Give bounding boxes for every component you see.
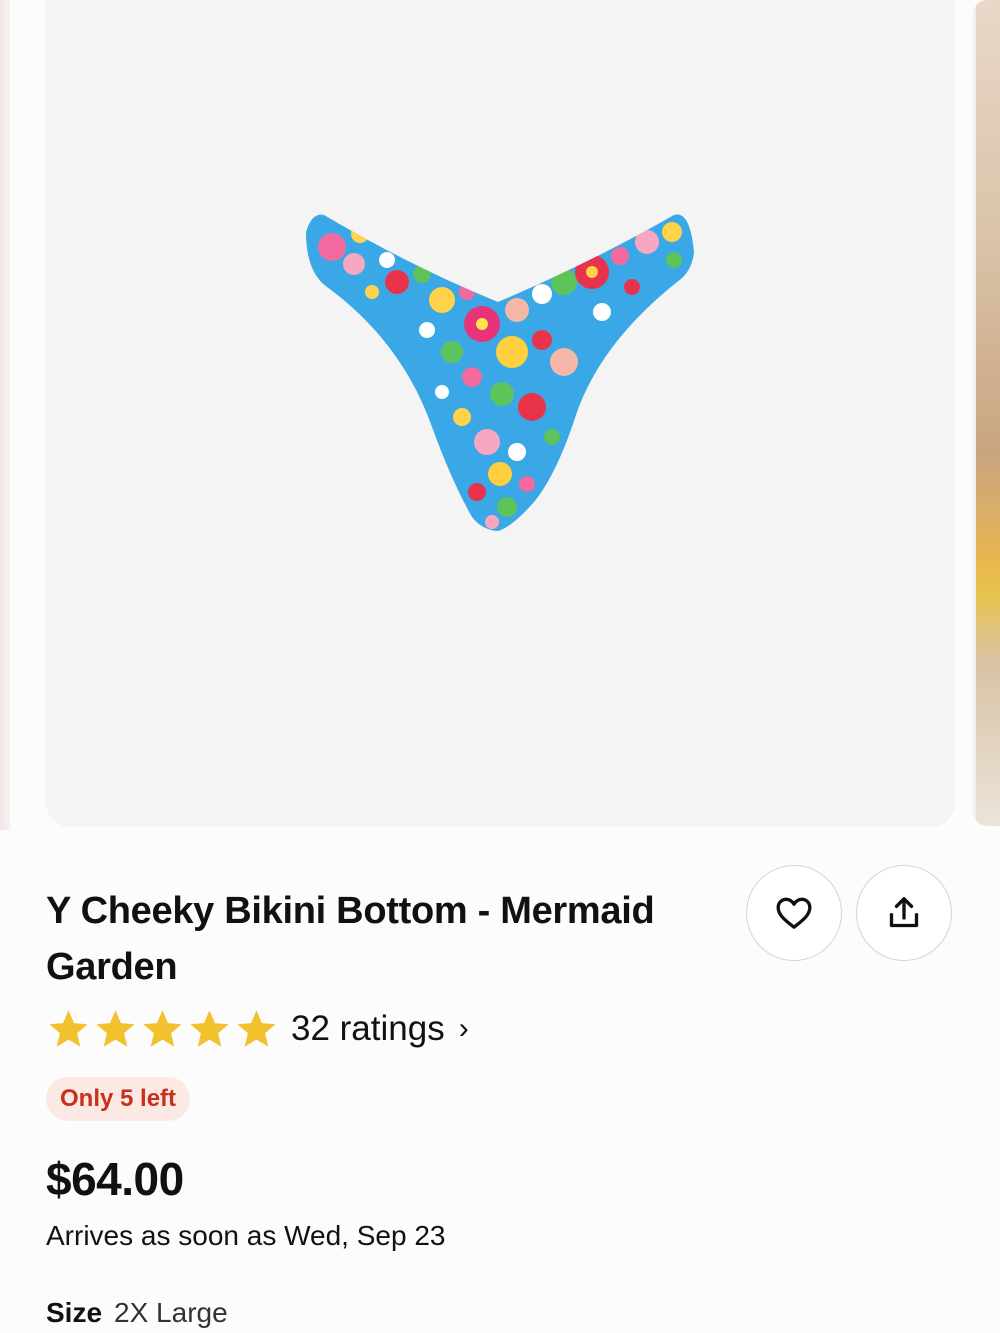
product-image — [306, 214, 694, 531]
product-page: Y Cheeky Bikini Bottom - Mermaid Garden … — [0, 0, 1000, 1333]
chevron-right-icon: › — [458, 1012, 469, 1045]
size-label: Size — [46, 1297, 103, 1328]
share-upload-icon — [889, 897, 919, 928]
favorite-button[interactable] — [746, 865, 842, 961]
rating-summary[interactable]: 32 ratings › — [46, 1004, 469, 1054]
product-image-carousel[interactable] — [46, 0, 955, 827]
size-value: 2X Large — [114, 1297, 228, 1328]
heart-icon — [776, 897, 812, 929]
size-selector[interactable]: Size 2X Large — [46, 1297, 228, 1329]
star-icon — [96, 1009, 135, 1047]
star-icon — [237, 1009, 276, 1047]
next-image-peek[interactable] — [973, 0, 1000, 826]
star-icon — [49, 1009, 88, 1047]
star-icon — [190, 1009, 229, 1047]
product-title: Y Cheeky Bikini Bottom - Mermaid Garden — [46, 890, 655, 988]
delivery-estimate: Arrives as soon as Wed, Sep 23 — [46, 1220, 446, 1251]
ratings-link[interactable]: 32 ratings › — [291, 1009, 469, 1049]
star-rating — [46, 1007, 279, 1052]
previous-image-peek[interactable] — [0, 0, 10, 830]
ratings-count: 32 ratings — [291, 1009, 445, 1048]
star-icon — [143, 1009, 182, 1047]
product-price: $64.00 — [46, 1153, 184, 1205]
low-stock-badge: Only 5 left — [46, 1077, 191, 1121]
share-button[interactable] — [856, 865, 952, 961]
